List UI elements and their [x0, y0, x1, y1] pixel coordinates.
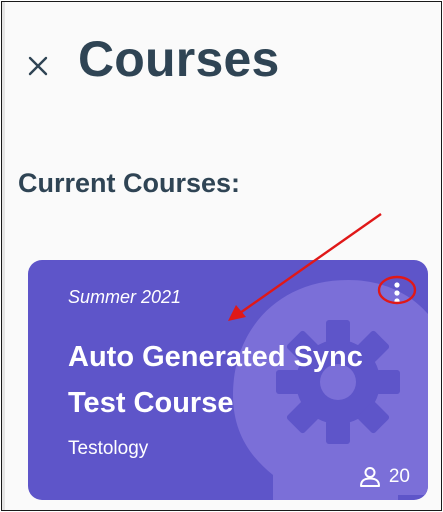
course-title[interactable]: Auto Generated Sync Test Course — [68, 334, 378, 426]
course-card[interactable]: Summer 2021 Auto Generated Sync Test Cou… — [28, 260, 428, 500]
page-title: Courses — [78, 31, 280, 87]
course-menu-button[interactable] — [378, 278, 416, 308]
current-courses-heading: Current Courses: — [18, 168, 241, 198]
member-count: 20 — [359, 466, 410, 488]
side-panel-edge — [2, 2, 5, 510]
person-icon — [359, 467, 380, 487]
app-frame: Courses Current Courses: Summer 2021 Aut… — [1, 1, 442, 511]
course-organization: Testology — [68, 438, 149, 459]
close-icon[interactable] — [24, 52, 52, 80]
course-term: Summer 2021 — [68, 287, 182, 307]
member-count-value: 20 — [388, 466, 410, 487]
more-vertical-icon — [394, 282, 400, 304]
